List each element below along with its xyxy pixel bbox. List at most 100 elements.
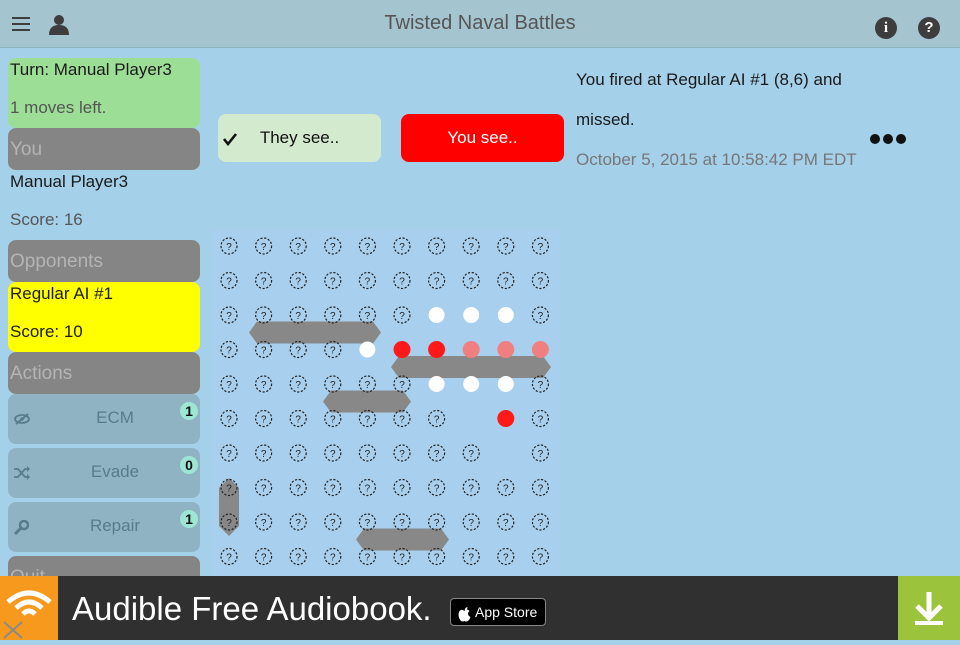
unknown-cell[interactable]: ?: [428, 271, 446, 290]
unknown-cell[interactable]: ?: [358, 409, 376, 428]
unknown-cell[interactable]: ?: [289, 375, 307, 393]
unknown-cell[interactable]: ?: [254, 478, 273, 497]
unknown-cell[interactable]: ?: [393, 513, 411, 531]
unknown-cell[interactable]: ?: [462, 513, 480, 531]
unknown-cell[interactable]: ?: [497, 547, 515, 566]
unknown-cell[interactable]: ?: [254, 513, 273, 531]
unknown-cell[interactable]: ?: [289, 444, 307, 462]
unknown-cell[interactable]: ?: [220, 271, 238, 290]
unknown-cell[interactable]: ?: [428, 478, 446, 497]
hit-marker[interactable]: [393, 341, 411, 358]
unknown-cell[interactable]: ?: [462, 547, 480, 566]
hit-marker[interactable]: [428, 341, 446, 358]
unknown-cell[interactable]: ?: [254, 547, 273, 566]
unknown-cell[interactable]: ?: [531, 513, 549, 531]
unknown-cell[interactable]: ?: [254, 306, 273, 324]
unknown-cell[interactable]: ?: [358, 444, 376, 462]
unknown-cell[interactable]: ?: [358, 306, 376, 324]
unknown-cell[interactable]: ?: [254, 375, 273, 393]
miss-marker[interactable]: [428, 307, 445, 323]
unknown-cell[interactable]: ?: [462, 478, 480, 497]
quit-button[interactable]: Quit: [8, 556, 200, 576]
unknown-cell[interactable]: ?: [324, 547, 342, 566]
unknown-cell[interactable]: ?: [254, 409, 273, 428]
unknown-cell[interactable]: ?: [393, 306, 411, 324]
unknown-cell[interactable]: ?: [289, 271, 307, 290]
unknown-cell[interactable]: ?: [393, 478, 411, 497]
unknown-cell[interactable]: ?: [324, 478, 342, 497]
unknown-cell[interactable]: ?: [531, 409, 549, 428]
unknown-cell[interactable]: ?: [393, 375, 411, 393]
unknown-cell[interactable]: ?: [324, 444, 342, 462]
unknown-cell[interactable]: ?: [358, 478, 376, 497]
unknown-cell[interactable]: ?: [393, 237, 411, 255]
unknown-cell[interactable]: ?: [393, 444, 411, 462]
unknown-cell[interactable]: ?: [531, 306, 549, 324]
unknown-cell[interactable]: ?: [531, 444, 549, 462]
opponent-card[interactable]: Regular AI #1 Score: 10: [8, 282, 200, 352]
unknown-cell[interactable]: ?: [428, 513, 446, 531]
hit-marker[interactable]: [497, 410, 515, 427]
unknown-cell[interactable]: ?: [428, 547, 446, 566]
unknown-cell[interactable]: ?: [254, 444, 273, 462]
unknown-cell[interactable]: ?: [462, 444, 480, 462]
ecm-button[interactable]: ECM 1: [8, 394, 200, 444]
miss-marker[interactable]: [428, 376, 445, 392]
unknown-cell[interactable]: ?: [324, 513, 342, 531]
unknown-cell[interactable]: ?: [497, 237, 515, 255]
unknown-cell[interactable]: ?: [497, 271, 515, 290]
miss-marker[interactable]: [463, 376, 480, 392]
unknown-cell[interactable]: ?: [254, 271, 273, 290]
unknown-cell[interactable]: ?: [428, 409, 446, 428]
unknown-cell[interactable]: ?: [531, 547, 549, 566]
miss-marker[interactable]: [359, 341, 376, 358]
unknown-cell[interactable]: ?: [531, 478, 549, 497]
miss-marker[interactable]: [463, 307, 480, 323]
unknown-cell[interactable]: ?: [220, 375, 238, 393]
unknown-cell[interactable]: ?: [324, 375, 342, 393]
unknown-cell[interactable]: ?: [393, 547, 411, 566]
unknown-cell[interactable]: ?: [324, 409, 342, 428]
unknown-cell[interactable]: ?: [428, 237, 446, 255]
unknown-cell[interactable]: ?: [289, 306, 307, 324]
unknown-cell[interactable]: ?: [324, 271, 342, 290]
unknown-cell[interactable]: ?: [254, 340, 273, 359]
damaged-marker[interactable]: [531, 341, 549, 358]
repair-button[interactable]: Repair 1: [8, 502, 200, 552]
unknown-cell[interactable]: ?: [428, 444, 446, 462]
unknown-cell[interactable]: ?: [220, 547, 238, 566]
unknown-cell[interactable]: ?: [220, 306, 238, 324]
app-store-badge[interactable]: App Store: [450, 598, 546, 626]
unknown-cell[interactable]: ?: [358, 271, 376, 290]
unknown-cell[interactable]: ?: [462, 237, 480, 255]
game-board[interactable]: ????????????????????????????????????????…: [211, 230, 560, 576]
unknown-cell[interactable]: ?: [324, 340, 342, 359]
unknown-cell[interactable]: ?: [289, 237, 307, 255]
unknown-cell[interactable]: ?: [497, 513, 515, 531]
damaged-marker[interactable]: [497, 341, 515, 358]
unknown-cell[interactable]: ?: [358, 547, 376, 566]
unknown-cell[interactable]: ?: [289, 478, 307, 497]
unknown-cell[interactable]: ?: [393, 271, 411, 290]
unknown-cell[interactable]: ?: [531, 271, 549, 290]
miss-marker[interactable]: [497, 376, 514, 392]
unknown-cell[interactable]: ?: [358, 513, 376, 531]
miss-marker[interactable]: [497, 307, 514, 323]
unknown-cell[interactable]: ?: [289, 513, 307, 531]
you-see-toggle[interactable]: You see..: [401, 114, 564, 162]
unknown-cell[interactable]: ?: [220, 237, 238, 255]
unknown-cell[interactable]: ?: [497, 478, 515, 497]
unknown-cell[interactable]: ?: [220, 409, 238, 428]
unknown-cell[interactable]: ?: [531, 237, 549, 255]
damaged-marker[interactable]: [462, 341, 480, 358]
unknown-cell[interactable]: ?: [220, 340, 238, 359]
download-icon[interactable]: [898, 576, 960, 640]
unknown-cell[interactable]: ?: [462, 271, 480, 290]
unknown-cell[interactable]: ?: [254, 237, 273, 255]
unknown-cell[interactable]: ?: [289, 409, 307, 428]
unknown-cell[interactable]: ?: [220, 444, 238, 462]
unknown-cell[interactable]: ?: [289, 547, 307, 566]
unknown-cell[interactable]: ?: [324, 306, 342, 324]
help-icon[interactable]: ?: [918, 17, 940, 39]
unknown-cell[interactable]: ?: [358, 237, 376, 255]
